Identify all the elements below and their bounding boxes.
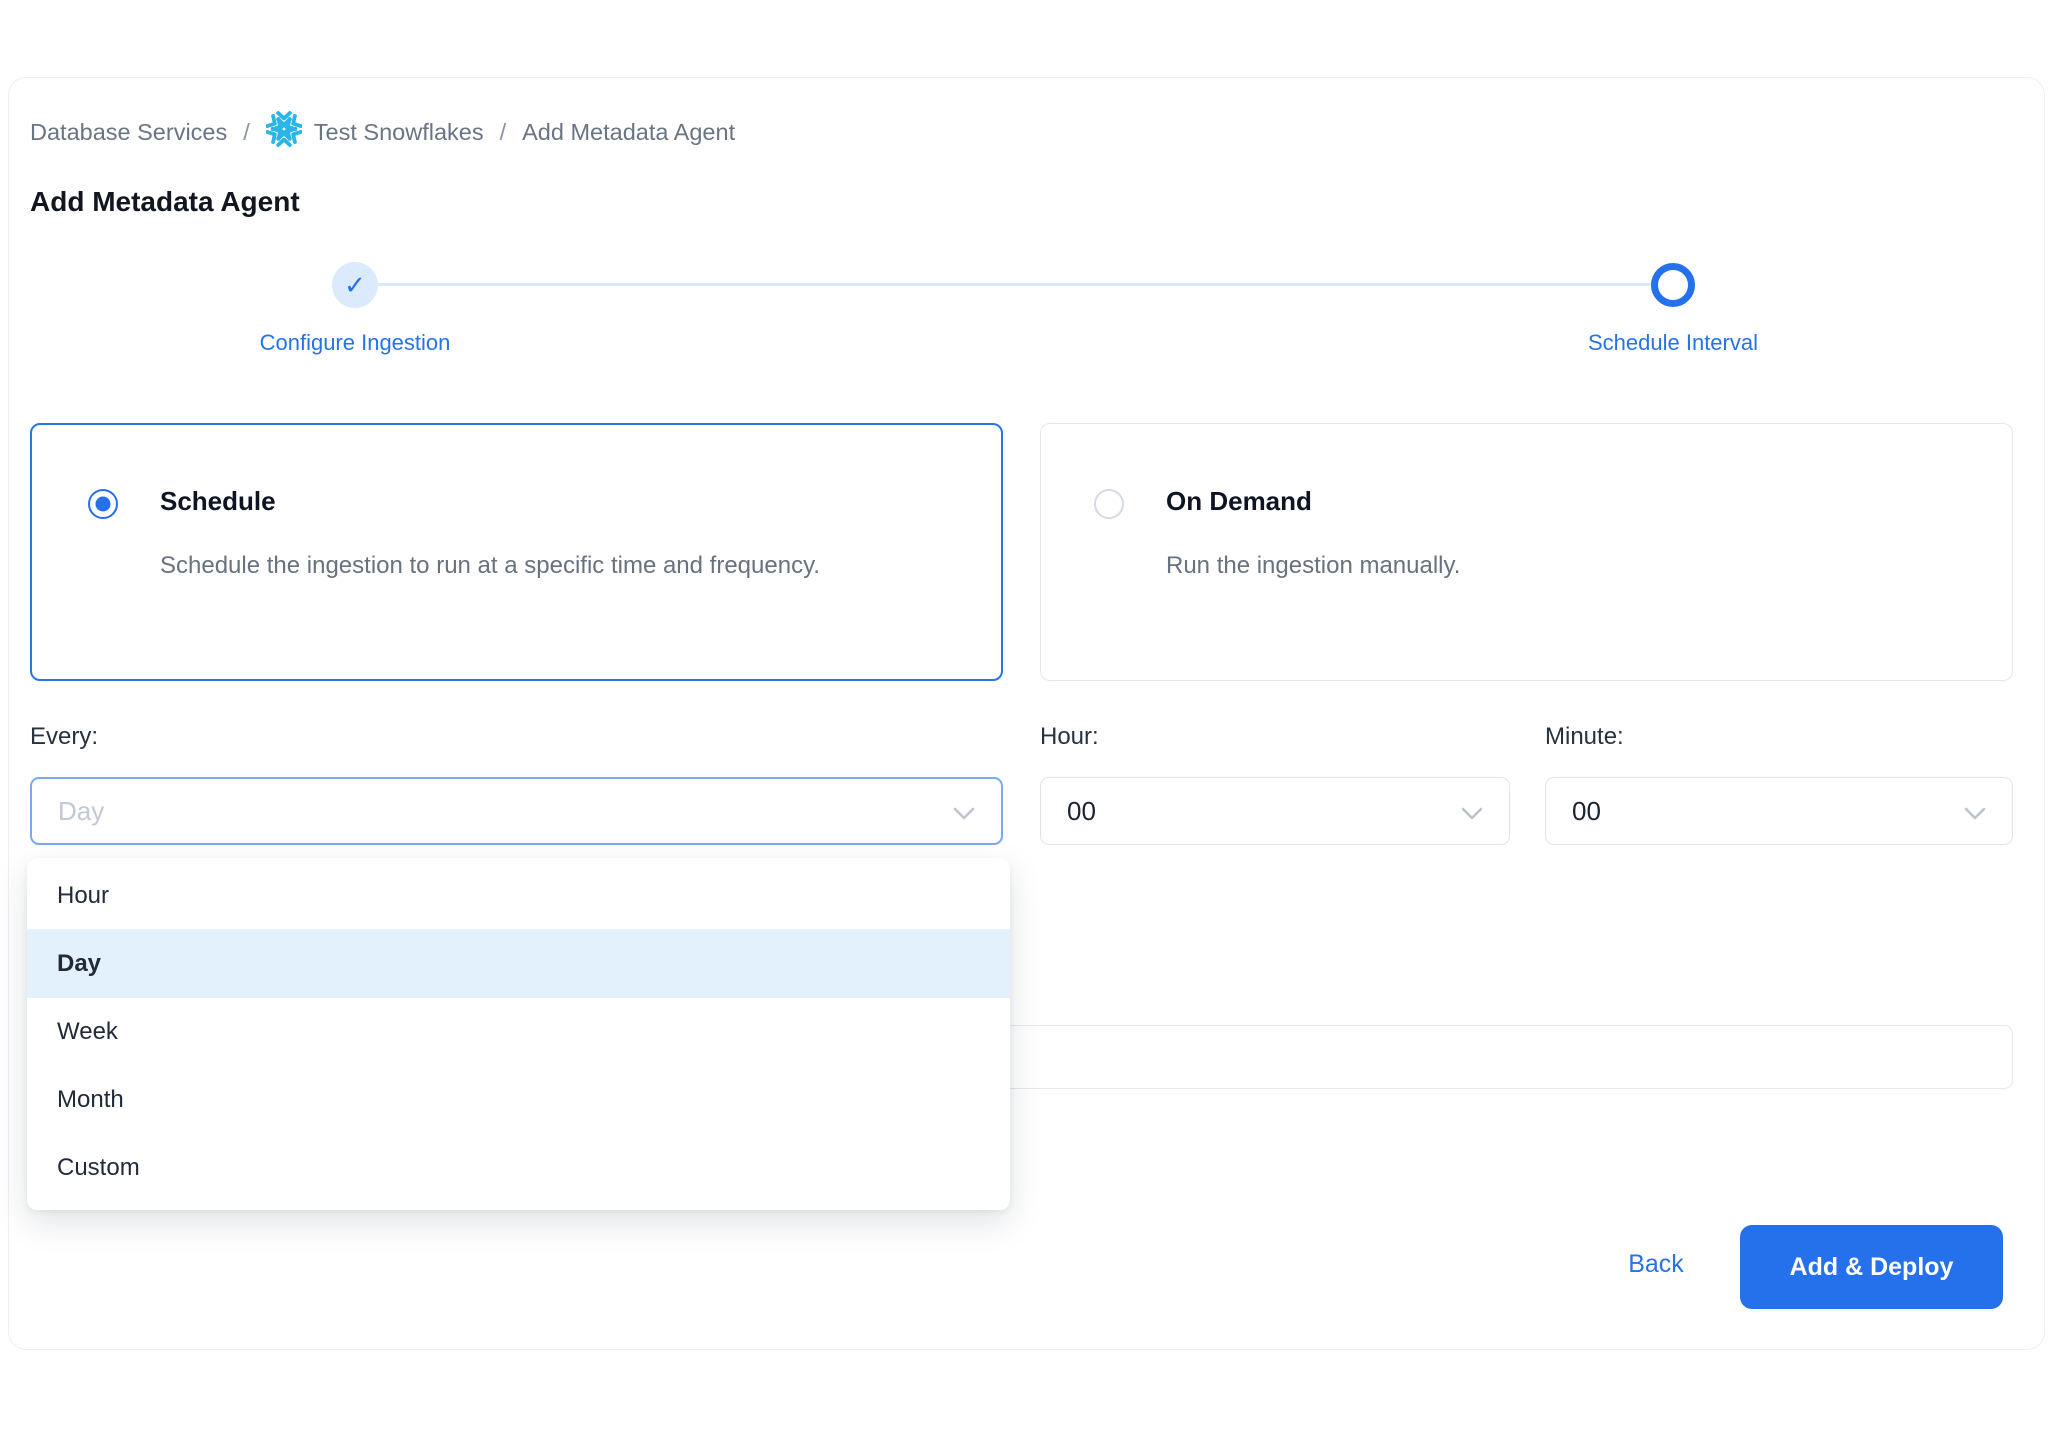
breadcrumb-service[interactable]: Test Snowflakes [266, 111, 484, 153]
stepper-connector-line [360, 283, 1655, 286]
minute-label: Minute: [1545, 723, 1624, 751]
minute-select[interactable]: 00 [1545, 777, 2013, 845]
breadcrumb: Database Services / Test Snowfl [30, 112, 735, 152]
every-select[interactable]: Day [30, 777, 1003, 845]
dropdown-option-month[interactable]: Month [27, 1066, 1010, 1134]
hour-label: Hour: [1040, 723, 1099, 751]
breadcrumb-current: Add Metadata Agent [522, 119, 735, 146]
dropdown-option-custom[interactable]: Custom [27, 1134, 1010, 1202]
schedule-option-description: Schedule the ingestion to run at a speci… [160, 543, 850, 588]
add-and-deploy-button[interactable]: Add & Deploy [1740, 1225, 2003, 1309]
chevron-down-icon [953, 796, 975, 827]
dropdown-option-hour[interactable]: Hour [27, 862, 1010, 930]
on-demand-option-description: Run the ingestion manually. [1166, 543, 1926, 588]
breadcrumb-separator: / [243, 119, 250, 146]
chevron-down-icon [1964, 796, 1986, 827]
dropdown-option-week[interactable]: Week [27, 998, 1010, 1066]
schedule-option-title: Schedule [160, 486, 276, 517]
on-demand-option-title: On Demand [1166, 486, 1312, 517]
breadcrumb-separator: / [500, 119, 507, 146]
step-schedule-interval-label[interactable]: Schedule Interval [1513, 330, 1833, 356]
snowflake-icon [266, 111, 302, 153]
page-title: Add Metadata Agent [30, 186, 300, 218]
every-label: Every: [30, 723, 98, 751]
hour-select-value: 00 [1067, 796, 1096, 827]
every-dropdown-menu: Hour Day Week Month Custom [27, 858, 1010, 1210]
hour-select[interactable]: 00 [1040, 777, 1510, 845]
step-configure-ingestion-label[interactable]: Configure Ingestion [195, 330, 515, 356]
dropdown-option-day[interactable]: Day [27, 930, 1010, 998]
step-schedule-interval-indicator[interactable] [1651, 263, 1695, 307]
chevron-down-icon [1461, 796, 1483, 827]
on-demand-radio[interactable] [1094, 489, 1124, 519]
breadcrumb-database-services[interactable]: Database Services [30, 119, 227, 146]
breadcrumb-test-snowflakes[interactable]: Test Snowflakes [314, 119, 484, 146]
back-button[interactable]: Back [1596, 1250, 1716, 1279]
every-select-value: Day [58, 796, 104, 827]
check-icon: ✓ [344, 270, 366, 301]
step-configure-ingestion-indicator[interactable]: ✓ [332, 262, 378, 308]
schedule-radio[interactable] [88, 489, 118, 519]
page: Database Services / Test Snowfl [0, 0, 2051, 1433]
minute-select-value: 00 [1572, 796, 1601, 827]
